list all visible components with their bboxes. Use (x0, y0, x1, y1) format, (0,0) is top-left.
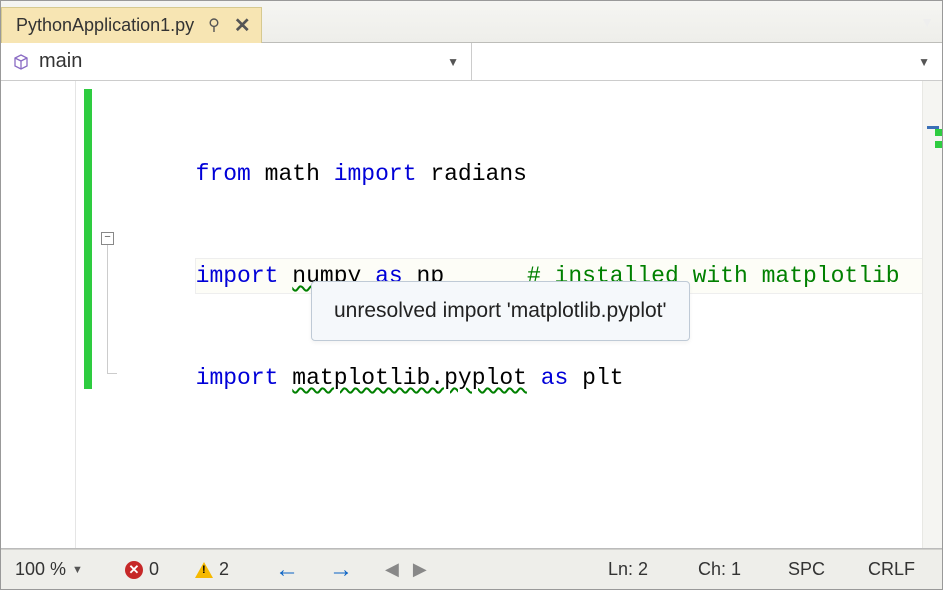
scope-label: main (39, 50, 82, 73)
fold-guide (107, 245, 108, 373)
fold-guide-end (107, 373, 117, 374)
nav-bar: main ▼ ▼ (1, 43, 942, 81)
change-marker (84, 89, 92, 389)
code-line-blank[interactable] (196, 463, 942, 497)
vertical-scrollbar[interactable] (922, 81, 942, 548)
editor-gutter (1, 81, 76, 548)
tabbar-overflow-icon[interactable]: ▼ (920, 14, 934, 30)
member-dropdown[interactable]: ▼ (472, 43, 942, 80)
chevron-down-icon: ▼ (447, 55, 459, 69)
zoom-level[interactable]: 100 % ▼ (15, 559, 125, 580)
code-line[interactable]: from math import radians (196, 157, 942, 191)
nav-prev-button[interactable]: ◀ (385, 559, 399, 580)
chevron-down-icon: ▼ (918, 55, 930, 69)
warning-icon (195, 562, 213, 578)
nav-lr: ◀ ▶ (385, 559, 475, 580)
warning-count[interactable]: 2 (195, 559, 275, 580)
file-tab-active[interactable]: PythonApplication1.py ⚲ ✕ (1, 7, 262, 43)
chevron-down-icon: ▼ (72, 564, 83, 576)
scope-dropdown[interactable]: main ▼ (1, 43, 472, 80)
line-indicator[interactable]: Ln: 2 (608, 559, 698, 580)
column-indicator[interactable]: Ch: 1 (698, 559, 788, 580)
nav-next-button[interactable]: ▶ (413, 559, 427, 580)
nav-forward-button[interactable]: → (329, 556, 353, 584)
tab-bar: PythonApplication1.py ⚲ ✕ ▼ (1, 1, 942, 43)
error-count[interactable]: ✕ 0 (125, 559, 195, 580)
error-icon: ✕ (125, 561, 143, 579)
code-line[interactable]: import matplotlib.pyplot as plt (196, 361, 942, 395)
tab-title: PythonApplication1.py (16, 15, 194, 36)
code-editor[interactable]: − from math import radians import numpy … (1, 81, 942, 549)
error-tooltip: unresolved import 'matplotlib.pyplot' (311, 281, 690, 341)
module-icon (13, 54, 29, 70)
scrollbar-warning-marker (935, 141, 942, 148)
pin-icon[interactable]: ⚲ (208, 18, 220, 34)
close-icon[interactable]: ✕ (234, 16, 251, 36)
scrollbar-warning-marker (935, 129, 942, 136)
nav-history: ← → (275, 556, 385, 584)
indent-mode[interactable]: SPC (788, 559, 868, 580)
tooltip-text: unresolved import 'matplotlib.pyplot' (334, 299, 667, 322)
line-ending-mode[interactable]: CRLF (868, 559, 928, 580)
status-bar: 100 % ▼ ✕ 0 2 ← → ◀ ▶ Ln: 2 Ch: 1 SPC CR… (1, 549, 942, 589)
fold-toggle[interactable]: − (101, 232, 114, 245)
nav-back-button[interactable]: ← (275, 556, 299, 584)
